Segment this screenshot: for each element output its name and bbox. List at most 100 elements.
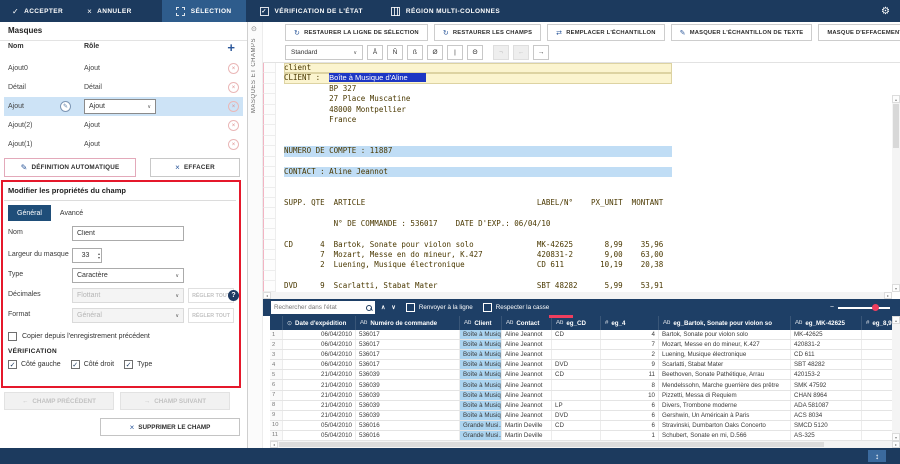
auto-define-button[interactable]: ✎ DÉFINITION AUTOMATIQUE [4,158,136,177]
table-cell[interactable]: Boîte à Musiq... [460,340,502,349]
table-row-1[interactable]: 106/04/2010536017Boîte à Musiq...Aline J… [270,330,900,340]
delete-field-button[interactable]: × SUPPRIMER LE CHAMP [100,418,240,436]
delete-mask-icon[interactable]: × [228,139,239,150]
verification-check-côté-gauche[interactable]: ✓Côté gauche [8,360,61,369]
table-cell[interactable]: 05/04/2010 [283,431,356,440]
table-row-6[interactable]: 621/04/2010536039Boîte à Musiq...Aline J… [270,380,900,390]
find-next-button[interactable]: ∨ [391,304,395,311]
table-cell[interactable]: MK-42625 [791,330,862,339]
table-cell[interactable]: CD 611 [791,350,862,359]
table-cell[interactable]: 536017 [356,360,460,369]
trap-char-button-5[interactable]: Θ [467,45,483,60]
checkbox-icon[interactable] [8,332,17,341]
table-cell[interactable]: Boîte à Musiq... [460,411,502,420]
table-cell[interactable]: 21/04/2010 [283,401,356,410]
table-cell[interactable]: 6 [601,421,659,430]
table-cell[interactable]: Boîte à Musiq... [460,380,502,389]
table-cell[interactable] [552,391,601,400]
table-cell[interactable]: Aline Jeannot [502,370,552,379]
table-cell[interactable]: DVD [552,360,601,369]
table-cell[interactable]: DVD [552,411,601,420]
scrollbar-thumb[interactable] [279,442,824,447]
search-input[interactable] [271,301,375,314]
table-row-8[interactable]: 821/04/2010536039Boîte à Musiq...Aline J… [270,401,900,411]
find-previous-button[interactable]: ∧ [381,304,385,311]
toolbar-button-2[interactable]: ⇄REMPLACER L'ÉCHANTILLON [547,24,664,41]
table-cell[interactable]: Aline Jeannot [502,391,552,400]
table-cell[interactable]: 4 [601,330,659,339]
match-case-checkbox[interactable]: Respecter la casse [483,303,550,312]
table-cell[interactable]: 536017 [356,350,460,359]
table-cell[interactable]: 536039 [356,391,460,400]
delete-mask-icon[interactable]: × [228,101,239,112]
table-cell[interactable]: Aline Jeannot [502,330,552,339]
table-cell[interactable]: CHAN 8964 [791,391,862,400]
table-cell[interactable]: ADA 581087 [791,401,862,410]
checkbox-icon[interactable]: ✓ [71,360,80,369]
table-cell[interactable]: Aline Jeannot [502,411,552,420]
type-dropdown[interactable]: Caractère ∨ [72,268,184,283]
table-cell[interactable]: Bartok, Sonate pour violon solo [659,330,791,339]
report-horizontal-scrollbar[interactable]: ◂ ▸ [263,292,892,299]
table-row-9[interactable]: 921/04/2010536039Boîte à Musiq...Aline J… [270,411,900,421]
table-cell[interactable]: 05/04/2010 [283,421,356,430]
table-cell[interactable]: Divers, Trombone moderne [659,401,791,410]
accept-button[interactable]: ✓ ACCEPTER [0,0,75,22]
trap-char-button-0[interactable]: Å [367,45,383,60]
table-cell[interactable]: SMCD 5120 [791,421,862,430]
table-cell[interactable]: Gershwin, Un Américain à Paris [659,411,791,420]
table-cell[interactable]: 21/04/2010 [283,370,356,379]
mask-role-dropdown[interactable]: Ajout∨ [84,99,156,114]
scroll-up-icon[interactable]: ▴ [892,95,900,103]
table-cell[interactable]: Beethoven, Sonate Pathétique, Arrau [659,370,791,379]
table-cell[interactable]: Aline Jeannot [502,340,552,349]
table-cell[interactable]: CD [552,370,601,379]
mask-row-3[interactable]: Ajout(2)Ajout× [0,116,247,135]
table-cell[interactable]: SMK 47592 [791,380,862,389]
checkbox-icon[interactable]: ✓ [8,360,17,369]
table-cell[interactable]: Boîte à Musiq... [460,401,502,410]
table-cell[interactable]: 536039 [356,401,460,410]
table-cell[interactable]: Martin Deville [502,421,552,430]
mask-row-1[interactable]: DétailDétail× [0,78,247,97]
table-cell[interactable]: CD [552,421,601,430]
table-cell[interactable]: Boîte à Musiq... [460,360,502,369]
scroll-up-icon[interactable]: ▴ [892,316,900,324]
table-cell[interactable]: Boîte à Musiq... [460,391,502,400]
table-cell[interactable]: Martin Deville [502,431,552,440]
table-cell[interactable]: Boîte à Musiq... [460,350,502,359]
table-cell[interactable]: AS-325 [791,431,862,440]
table-cell[interactable]: Mendelssohn, Marche guerrière des prêtre [659,380,791,389]
trap-char-button-3[interactable]: Ø [427,45,443,60]
table-cell[interactable]: 536017 [356,340,460,349]
table-cell[interactable]: 06/04/2010 [283,340,356,349]
table-cell[interactable]: 21/04/2010 [283,380,356,389]
delete-mask-icon[interactable]: × [228,63,239,74]
table-cell[interactable]: 06/04/2010 [283,360,356,369]
checkbox-icon[interactable] [483,303,492,312]
table-cell[interactable]: 536039 [356,411,460,420]
slider-thumb[interactable] [872,304,879,311]
table-cell[interactable]: Schubert, Sonate en mi, D.566 [659,431,791,440]
checkbox-icon[interactable]: ✓ [124,360,133,369]
scroll-down-icon[interactable]: ▾ [892,433,900,441]
table-cell[interactable]: Stravinski, Dumbarton Oaks Concerto [659,421,791,430]
table-cell[interactable]: Grande Musi... [460,431,502,440]
column-header-1[interactable]: AbNuméro de commande [356,316,460,330]
trap-char-button-1[interactable]: Ñ [387,45,403,60]
table-cell[interactable]: 536039 [356,370,460,379]
table-cell[interactable]: Boîte à Musiq... [460,330,502,339]
toolbar-button-4[interactable]: MASQUE D'EFFACEMENT∨ [818,24,900,41]
toolbar-button-3[interactable]: ✎MASQUER L'ÉCHANTILLON DE TEXTE [671,24,813,41]
column-header-0[interactable]: ⊙Date d'expédition [283,316,356,330]
table-cell[interactable]: 06/04/2010 [283,330,356,339]
wrap-line-checkbox[interactable]: Renvoyer à la ligne [406,303,473,312]
table-cell[interactable] [552,350,601,359]
table-cell[interactable]: Aline Jeannot [502,350,552,359]
table-cell[interactable]: Grande Musi... [460,421,502,430]
table-row-4[interactable]: 406/04/2010536017Boîte à Musiq...Aline J… [270,360,900,370]
verification-check-type[interactable]: ✓Type [124,360,152,369]
table-cell[interactable]: 06/04/2010 [283,350,356,359]
table-row-5[interactable]: 521/04/2010536039Boîte à Musiq...Aline J… [270,370,900,380]
table-cell[interactable]: ACS 8034 [791,411,862,420]
